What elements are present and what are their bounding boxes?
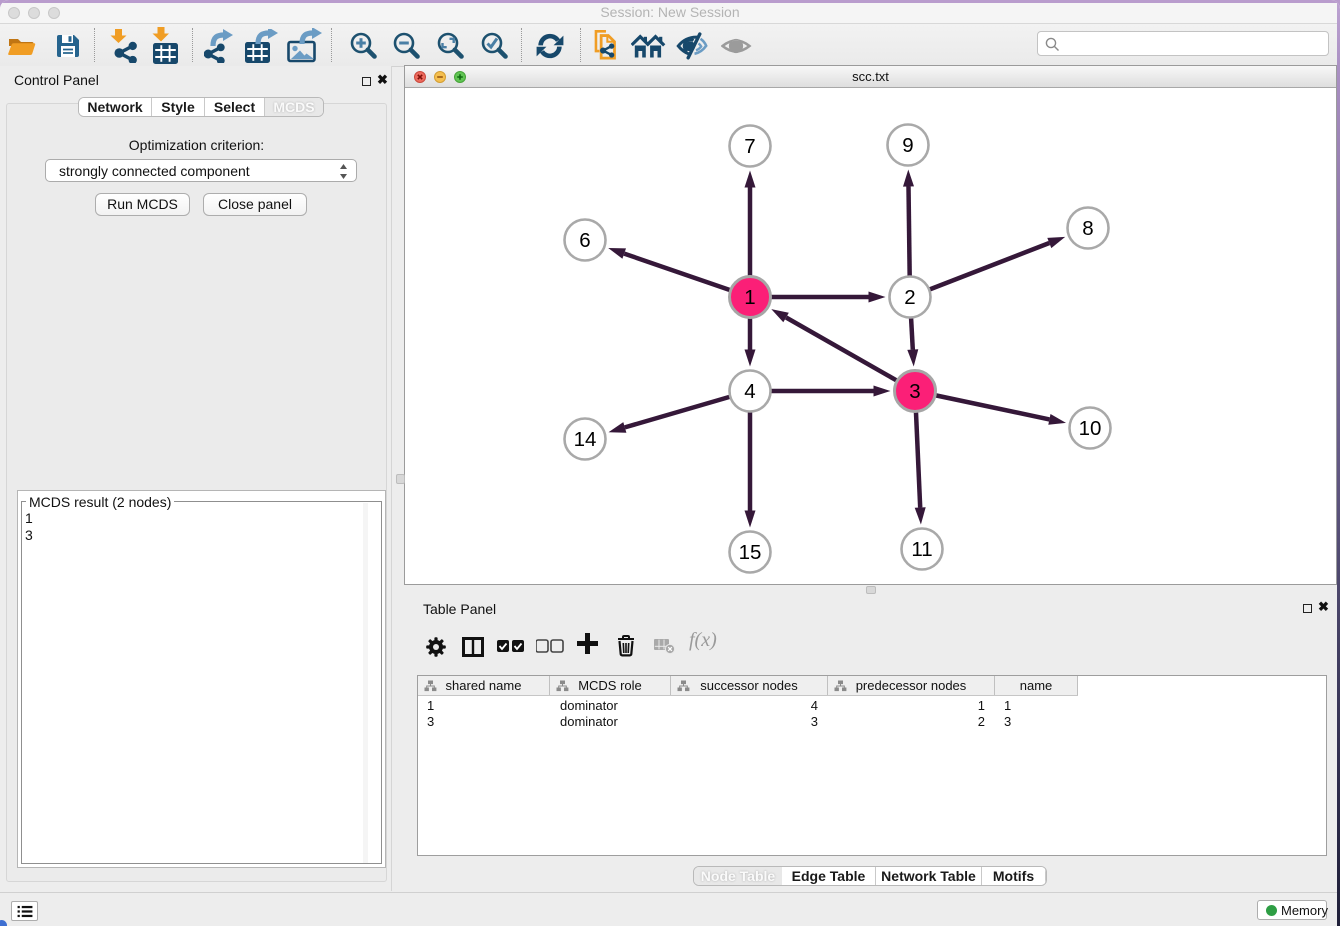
- svg-text:7: 7: [744, 135, 755, 158]
- svg-text:11: 11: [911, 538, 932, 561]
- svg-text:15: 15: [739, 541, 762, 564]
- svg-text:1: 1: [744, 286, 755, 309]
- svg-text:4: 4: [744, 380, 755, 403]
- svg-text:8: 8: [1082, 217, 1093, 240]
- svg-text:3: 3: [909, 380, 920, 403]
- svg-text:6: 6: [579, 229, 590, 252]
- svg-text:2: 2: [904, 286, 915, 309]
- svg-text:10: 10: [1079, 417, 1102, 440]
- svg-text:14: 14: [574, 428, 597, 451]
- svg-text:9: 9: [902, 134, 913, 157]
